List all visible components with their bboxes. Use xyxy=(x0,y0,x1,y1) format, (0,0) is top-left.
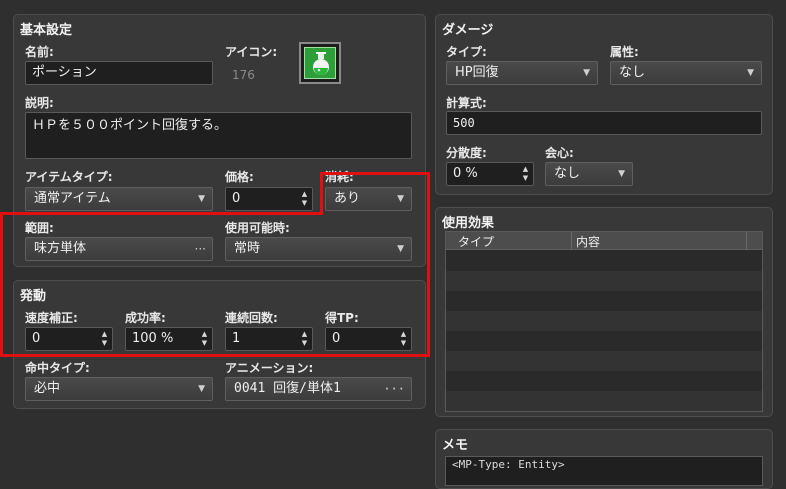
effects-table[interactable]: タイプ 内容 xyxy=(445,231,763,412)
column-divider xyxy=(746,232,747,250)
icon-picker-button[interactable] xyxy=(299,42,341,84)
success-label: 成功率: xyxy=(125,311,166,325)
name-label: 名前: xyxy=(25,45,54,59)
highlight-outline-segment xyxy=(320,172,430,175)
chevron-down-icon: ▼ xyxy=(747,68,754,78)
highlight-outline-segment xyxy=(0,354,430,357)
table-row[interactable] xyxy=(446,291,762,311)
highlight-outline-segment xyxy=(427,172,430,357)
price-stepper[interactable]: 0 ▲ ▼ xyxy=(225,187,313,211)
highlight-outline-segment xyxy=(320,172,323,215)
repeat-value: 1 xyxy=(232,331,241,346)
table-row[interactable] xyxy=(446,331,762,351)
tp-stepper[interactable]: 0 ▲ ▼ xyxy=(325,327,412,351)
effects-title: 使用効果 xyxy=(442,216,495,231)
basic-settings-title: 基本設定 xyxy=(20,23,73,38)
chevron-down-icon: ▼ xyxy=(583,68,590,78)
variance-stepper[interactable]: 0 % ▲ ▼ xyxy=(446,162,534,186)
consumable-label: 消耗: xyxy=(325,170,354,184)
spin-arrows-icon[interactable]: ▲ ▼ xyxy=(100,330,109,348)
critical-label: 会心: xyxy=(545,146,574,160)
spin-arrows-icon[interactable]: ▲ ▼ xyxy=(200,330,209,348)
consumable-value: あり xyxy=(334,191,361,206)
variance-value: 0 % xyxy=(453,166,478,181)
item-type-label: アイテムタイプ: xyxy=(25,170,113,184)
spin-arrows-icon[interactable]: ▲ ▼ xyxy=(521,165,530,183)
animation-select[interactable]: 0041 回復/単体1 ··· xyxy=(225,377,412,401)
element-select[interactable]: なし ▼ xyxy=(610,61,762,85)
column-header-content[interactable]: 内容 xyxy=(576,233,600,250)
effects-header: タイプ 内容 xyxy=(446,232,762,250)
table-row[interactable] xyxy=(446,271,762,291)
price-label: 価格: xyxy=(225,170,254,184)
item-type-value: 通常アイテム xyxy=(34,191,111,206)
damage-title: ダメージ xyxy=(442,23,494,38)
scope-value: 味方単体 xyxy=(34,241,87,256)
hit-type-label: 命中タイプ: xyxy=(25,361,90,375)
column-header-type[interactable]: タイプ xyxy=(458,233,494,250)
invocation-title: 発動 xyxy=(20,289,47,304)
table-row[interactable] xyxy=(446,351,762,371)
repeat-stepper[interactable]: 1 ▲ ▼ xyxy=(225,327,313,351)
highlight-outline-segment xyxy=(0,212,3,357)
table-row[interactable] xyxy=(446,311,762,331)
icon-label: アイコン: xyxy=(225,45,278,59)
spin-arrows-icon[interactable]: ▲ ▼ xyxy=(300,190,309,208)
damage-type-value: HP回復 xyxy=(455,65,499,80)
ellipsis-icon: ··· xyxy=(383,382,405,396)
success-value: 100 % xyxy=(132,331,174,346)
critical-select[interactable]: なし ▼ xyxy=(545,162,633,186)
tp-value: 0 xyxy=(332,331,341,346)
item-type-select[interactable]: 通常アイテム ▼ xyxy=(25,187,213,211)
animation-label: アニメーション: xyxy=(225,361,314,375)
element-value: なし xyxy=(619,65,646,80)
potion-icon xyxy=(304,47,336,79)
chevron-down-icon: ▼ xyxy=(618,169,625,179)
ellipsis-icon: ··· xyxy=(194,242,206,256)
damage-type-select[interactable]: HP回復 ▼ xyxy=(446,61,598,85)
consumable-select[interactable]: あり ▼ xyxy=(325,187,412,211)
repeat-label: 連続回数: xyxy=(225,311,278,325)
scope-select[interactable]: 味方単体 ··· xyxy=(25,237,213,261)
formula-label: 計算式: xyxy=(446,96,487,110)
occasion-value: 常時 xyxy=(234,241,261,256)
variance-label: 分散度: xyxy=(446,146,487,160)
memo-textarea[interactable]: <MP-Type: Entity> xyxy=(445,456,763,486)
critical-value: なし xyxy=(554,166,581,181)
occasion-select[interactable]: 常時 ▼ xyxy=(225,237,412,261)
element-label: 属性: xyxy=(610,45,639,59)
damage-type-label: タイプ: xyxy=(446,45,487,59)
memo-title: メモ xyxy=(442,438,469,453)
name-input[interactable]: ポーション xyxy=(25,61,213,85)
occasion-label: 使用可能時: xyxy=(225,221,290,235)
scope-label: 範囲: xyxy=(25,221,54,235)
icon-index: 176 xyxy=(232,68,255,82)
hit-type-select[interactable]: 必中 ▼ xyxy=(25,377,213,401)
table-row[interactable] xyxy=(446,391,762,411)
table-row[interactable] xyxy=(446,251,762,271)
hit-type-value: 必中 xyxy=(34,381,61,396)
chevron-down-icon: ▼ xyxy=(397,244,404,254)
speed-stepper[interactable]: 0 ▲ ▼ xyxy=(25,327,113,351)
description-label: 説明: xyxy=(25,96,54,110)
description-input[interactable]: ＨＰを５００ポイント回復する。 xyxy=(25,112,412,159)
chevron-down-icon: ▼ xyxy=(198,384,205,394)
spin-arrows-icon[interactable]: ▲ ▼ xyxy=(399,330,408,348)
formula-input[interactable]: 500 xyxy=(446,111,762,135)
table-row[interactable] xyxy=(446,371,762,391)
speed-label: 速度補正: xyxy=(25,311,78,325)
highlight-outline-segment xyxy=(0,212,323,215)
animation-value: 0041 回復/単体1 xyxy=(234,381,341,396)
price-value: 0 xyxy=(232,191,241,206)
spin-arrows-icon[interactable]: ▲ ▼ xyxy=(300,330,309,348)
chevron-down-icon: ▼ xyxy=(397,194,404,204)
speed-value: 0 xyxy=(32,331,41,346)
tp-label: 得TP: xyxy=(325,311,359,325)
column-divider xyxy=(571,232,572,250)
success-stepper[interactable]: 100 % ▲ ▼ xyxy=(125,327,213,351)
chevron-down-icon: ▼ xyxy=(198,194,205,204)
